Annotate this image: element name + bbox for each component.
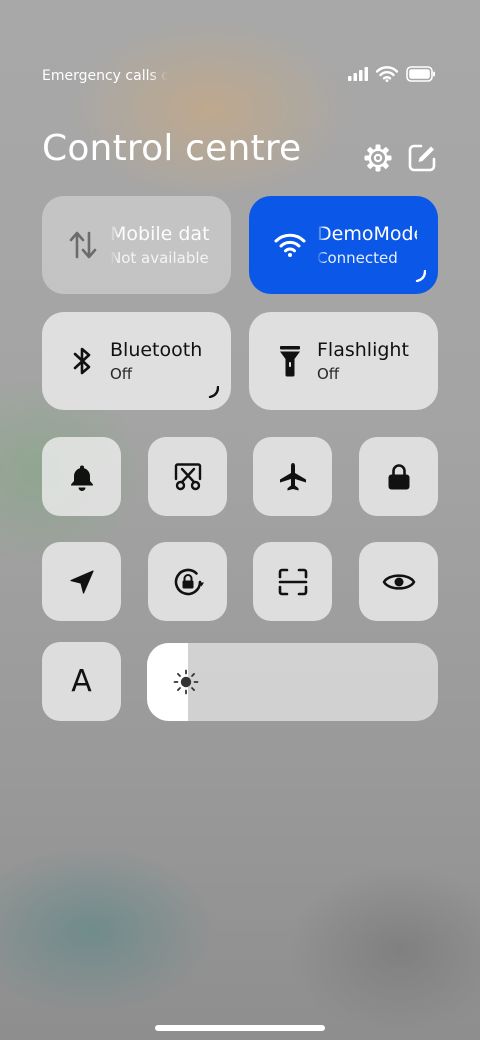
wifi-network-name: DemoMode [317, 223, 417, 245]
bluetooth-name: Bluetooth [110, 339, 203, 361]
scanner-icon [278, 568, 307, 595]
location-toggle[interactable] [42, 542, 121, 621]
bluetooth-more-indicator[interactable] [207, 386, 219, 398]
wifi-icon [273, 226, 307, 264]
wifi-status: Connected [317, 249, 398, 267]
mobile-data-text: Mobile data Not available [110, 221, 210, 269]
wifi-text: DemoMode Connected [317, 221, 417, 269]
wifi-tile[interactable]: DemoMode Connected [249, 196, 438, 294]
status-icons [348, 66, 436, 82]
bluetooth-text: Bluetooth Off [110, 337, 210, 385]
page-title: Control centre [42, 128, 302, 169]
settings-button[interactable] [362, 142, 394, 174]
flashlight-tile[interactable]: Flashlight Off [249, 312, 438, 410]
brightness-slider[interactable] [147, 643, 438, 721]
lock-icon [388, 463, 409, 489]
rotation-lock-icon [174, 568, 204, 595]
mobile-data-tile[interactable]: Mobile data Not available [42, 196, 231, 294]
carrier-text: Emergency calls only [42, 68, 168, 84]
home-indicator[interactable] [155, 1025, 325, 1031]
battery-icon [406, 66, 435, 82]
scanner-toggle[interactable] [253, 542, 332, 621]
control-centre-header: Control centre [42, 124, 438, 180]
gear-icon [364, 144, 392, 172]
rotation-lock-toggle[interactable] [148, 542, 227, 621]
status-bar: Emergency calls only [42, 60, 436, 92]
airplane-icon [279, 462, 306, 490]
mobile-data-name: Mobile data [110, 223, 210, 245]
flashlight-text: Flashlight Off [317, 337, 417, 385]
bluetooth-tile[interactable]: Bluetooth Off [42, 312, 231, 410]
flashlight-name: Flashlight [317, 339, 409, 361]
font-size-tile[interactable]: A [42, 642, 121, 721]
brightness-icon [173, 669, 199, 695]
flashlight-icon [273, 342, 307, 380]
eye-icon [382, 573, 415, 590]
airplane-mode-toggle[interactable] [253, 437, 332, 516]
screenshot-icon [174, 462, 201, 490]
location-icon [69, 569, 94, 594]
edit-icon [408, 144, 436, 172]
font-size-icon: A [71, 663, 92, 699]
edit-button[interactable] [406, 142, 438, 174]
mobile-data-icon [66, 226, 100, 264]
silent-mode-toggle[interactable] [42, 437, 121, 516]
wifi-more-indicator[interactable] [414, 270, 426, 282]
reading-mode-toggle[interactable] [359, 542, 438, 621]
screenshot-toggle[interactable] [148, 437, 227, 516]
signal-icon [348, 67, 368, 81]
mobile-data-status: Not available [110, 249, 209, 267]
bell-icon [70, 465, 93, 491]
bluetooth-status: Off [110, 365, 133, 383]
wifi-icon [376, 66, 398, 82]
flashlight-status: Off [317, 365, 340, 383]
bluetooth-icon [66, 342, 100, 380]
screen-lock-toggle[interactable] [359, 437, 438, 516]
